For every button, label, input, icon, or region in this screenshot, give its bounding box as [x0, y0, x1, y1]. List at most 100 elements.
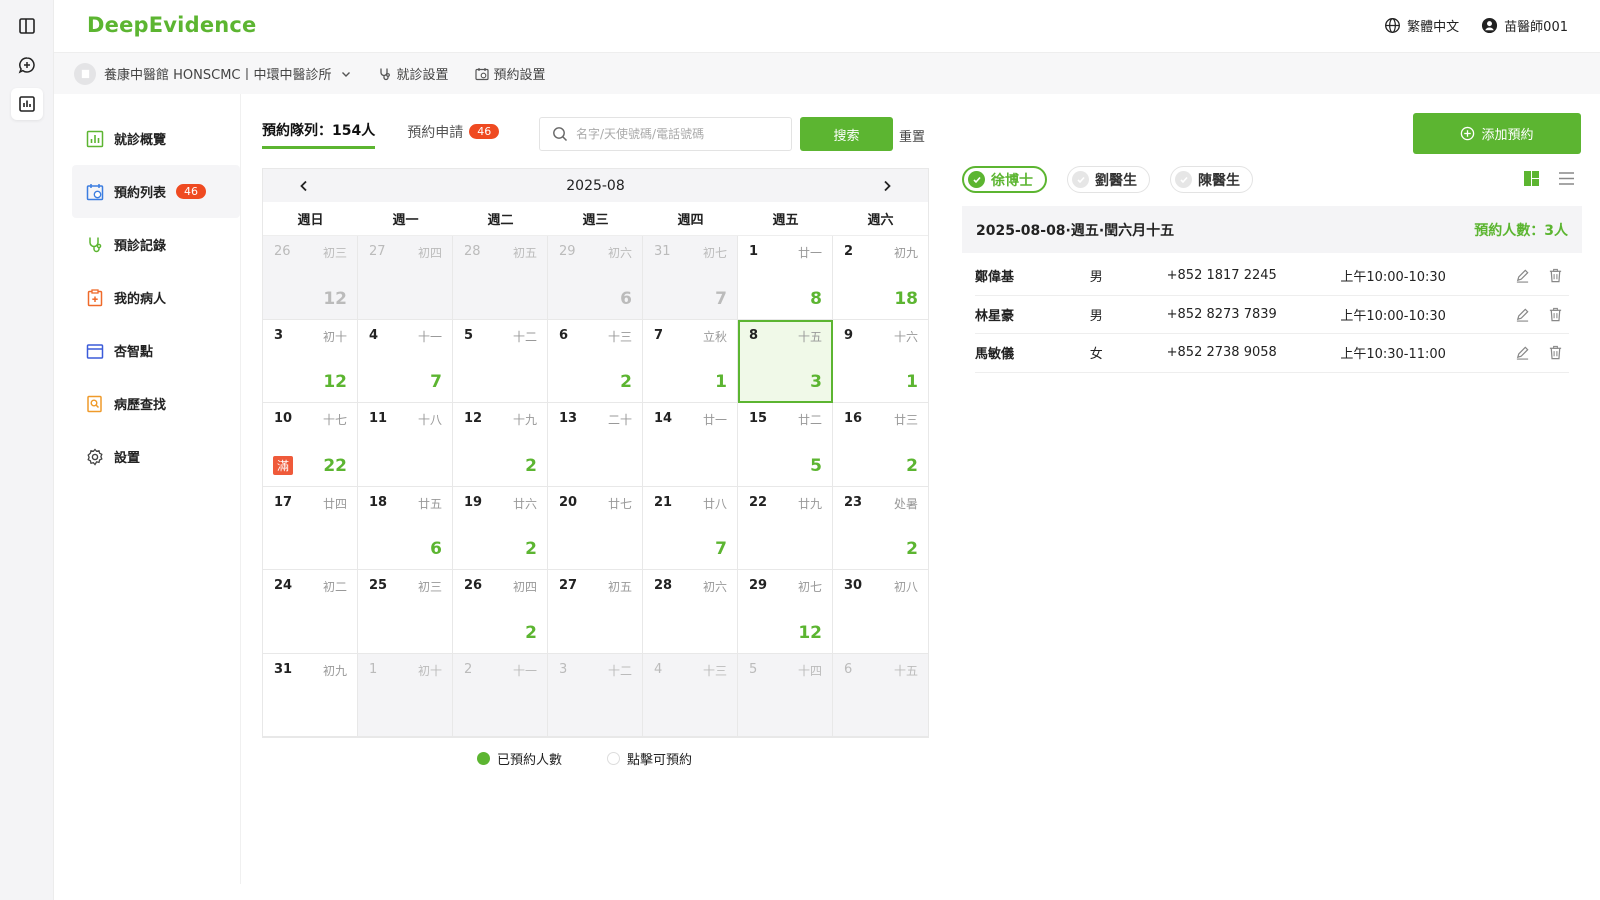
- chat-plus-icon[interactable]: [11, 49, 43, 81]
- calendar-day[interactable]: 24 初二: [263, 570, 358, 654]
- lunar-date: 初九: [893, 246, 918, 260]
- dashboard-icon[interactable]: [11, 88, 43, 120]
- patient-name: 鄭偉基: [975, 270, 1015, 286]
- calendar-day[interactable]: 12 十九 2: [453, 403, 548, 487]
- chevron-right-icon[interactable]: [880, 179, 894, 193]
- calendar-day[interactable]: 28 初五: [453, 236, 548, 320]
- edit-icon[interactable]: [1515, 307, 1530, 322]
- calendar-day[interactable]: 14 廿一: [643, 403, 738, 487]
- calendar-day[interactable]: 15 廿二 5: [738, 403, 833, 487]
- lunar-date: 初五: [607, 580, 632, 594]
- doctor-chip[interactable]: 徐博士: [962, 166, 1047, 193]
- calendar-day[interactable]: 5 十二: [453, 319, 548, 403]
- calendar-day[interactable]: 2 十一: [453, 653, 548, 737]
- doctor-chip[interactable]: 陳醫生: [1170, 166, 1253, 193]
- trash-icon[interactable]: [1548, 307, 1563, 322]
- add-appointment-button[interactable]: 添加預約: [1413, 113, 1581, 154]
- calendar-day[interactable]: 11 十八: [358, 403, 453, 487]
- calendar-day[interactable]: 8 十五 3: [738, 319, 833, 403]
- clinic-selector[interactable]: 養康中醫館 HONSCMC丨中環中醫診所: [74, 62, 352, 85]
- calendar-day[interactable]: 27 初四: [358, 236, 453, 320]
- calendar-day[interactable]: 4 十一 7: [358, 319, 453, 403]
- doctor-chip[interactable]: 劉醫生: [1067, 166, 1150, 193]
- booking-settings-link[interactable]: 預約設置: [474, 64, 546, 83]
- day-number: 30: [844, 578, 863, 593]
- lunar-date: 十二: [512, 329, 537, 344]
- calendar-day[interactable]: 27 初五: [548, 570, 643, 654]
- calendar-day[interactable]: 2 初九 18: [833, 236, 928, 320]
- calendar-day[interactable]: 30 初八: [833, 570, 928, 654]
- calendar-day[interactable]: 29 初七 12: [738, 570, 833, 654]
- day-number: 1: [369, 661, 378, 677]
- calendar-day[interactable]: 18 廿五 6: [358, 486, 453, 570]
- booking-count: 6: [620, 288, 632, 309]
- calendar-day[interactable]: 6 十五: [833, 653, 928, 737]
- chart-icon: [86, 130, 104, 147]
- language-switcher[interactable]: 繁體中文: [1384, 16, 1459, 35]
- appointment-row[interactable]: 林星豪 男 +852 8273 7839 上午10:00-10:30: [975, 296, 1569, 334]
- nav-xingzhi[interactable]: 杏智點: [72, 324, 240, 377]
- nav-overview[interactable]: 就診概覽: [72, 112, 240, 165]
- tab-queue[interactable]: 預約隊列：154人: [262, 120, 376, 149]
- appointment-row[interactable]: 鄭偉基 男 +852 1817 2245 上午10:00-10:30: [975, 257, 1569, 296]
- calendar-month: 2025-08: [566, 177, 625, 194]
- calendar-day[interactable]: 16 廿三 2: [833, 403, 928, 487]
- reset-button[interactable]: 重置: [899, 126, 925, 145]
- calendar-day[interactable]: 6 十三 2: [548, 319, 643, 403]
- grid-view-icon[interactable]: [1523, 170, 1540, 187]
- calendar-day[interactable]: 29 初六 6: [548, 236, 643, 320]
- list-view-icon[interactable]: [1558, 170, 1575, 187]
- calendar-day[interactable]: 23 处暑 2: [833, 487, 928, 570]
- calendar-day[interactable]: 19 廿六 2: [453, 486, 548, 570]
- user-menu[interactable]: 苗醫師001: [1481, 16, 1568, 35]
- app-logo[interactable]: DeepEvidence: [87, 13, 257, 37]
- day-number: 5: [749, 661, 758, 677]
- trash-icon[interactable]: [1548, 345, 1563, 360]
- calendar-day[interactable]: 10 十七滿 22: [263, 403, 358, 487]
- calendar-day[interactable]: 20 廿七: [548, 486, 643, 570]
- nav-my-patients[interactable]: 我的病人: [72, 271, 240, 324]
- search-input[interactable]: [576, 127, 776, 141]
- calendar-day[interactable]: 31 初七 7: [643, 236, 738, 320]
- day-number: 29: [749, 578, 768, 593]
- patient-gender: 男: [1089, 270, 1103, 286]
- lunar-date: 十五: [893, 663, 918, 678]
- booking-count: 1: [715, 372, 727, 392]
- view-switcher: [1523, 170, 1575, 187]
- calendar-day[interactable]: 1 初十: [358, 653, 453, 737]
- calendar-day[interactable]: 7 立秋 1: [643, 319, 738, 403]
- calendar-day[interactable]: 5 十四: [738, 653, 833, 737]
- calendar-day[interactable]: 9 十六 1: [833, 320, 928, 403]
- calendar-day[interactable]: 21 廿八 7: [643, 486, 738, 570]
- chevron-left-icon[interactable]: [297, 179, 311, 193]
- nav-record-search[interactable]: 病歷查找: [72, 377, 240, 430]
- edit-icon[interactable]: [1515, 345, 1530, 360]
- weekday: 週五: [772, 213, 799, 228]
- tab-requests[interactable]: 預約申請 46: [407, 120, 500, 149]
- calendar-day[interactable]: 17 廿四: [263, 486, 358, 570]
- selected-date: 2025-08-08·週五·閏六月十五: [976, 222, 1175, 239]
- edit-icon[interactable]: [1515, 268, 1530, 283]
- nav-pre-consult-records[interactable]: 預診記錄: [72, 218, 240, 271]
- calendar-day[interactable]: 4 十三: [643, 653, 738, 737]
- calendar-day[interactable]: 22 廿九: [738, 486, 833, 570]
- calendar-day[interactable]: 13 二十: [548, 403, 643, 487]
- search-button[interactable]: 搜索: [800, 117, 893, 151]
- calendar-day[interactable]: 3 初十 12: [263, 319, 358, 403]
- calendar-day[interactable]: 28 初六: [643, 570, 738, 654]
- calendar-day[interactable]: 1 廿一 8: [738, 236, 833, 320]
- appointment-row[interactable]: 馬敏儀 女 +852 2738 9058 上午10:30-11:00: [975, 334, 1569, 373]
- sidebar-toggle-icon[interactable]: [11, 10, 43, 42]
- day-number: 16: [844, 411, 863, 426]
- trash-icon[interactable]: [1548, 268, 1563, 283]
- consult-settings-link[interactable]: 就診設置: [378, 64, 449, 83]
- nav-appointment-list[interactable]: 預約列表 46: [72, 165, 240, 218]
- calendar-day[interactable]: 26 初四 2: [453, 570, 548, 654]
- calendar-day[interactable]: 25 初三: [358, 570, 453, 654]
- lunar-date: 初六: [607, 246, 632, 260]
- calendar-day[interactable]: 31 初九: [263, 653, 358, 737]
- calendar-day[interactable]: 3 十二: [548, 653, 643, 737]
- stethoscope-icon: [379, 68, 390, 80]
- nav-settings[interactable]: 設置: [72, 430, 240, 483]
- calendar-day[interactable]: 26 初三 12: [263, 236, 358, 320]
